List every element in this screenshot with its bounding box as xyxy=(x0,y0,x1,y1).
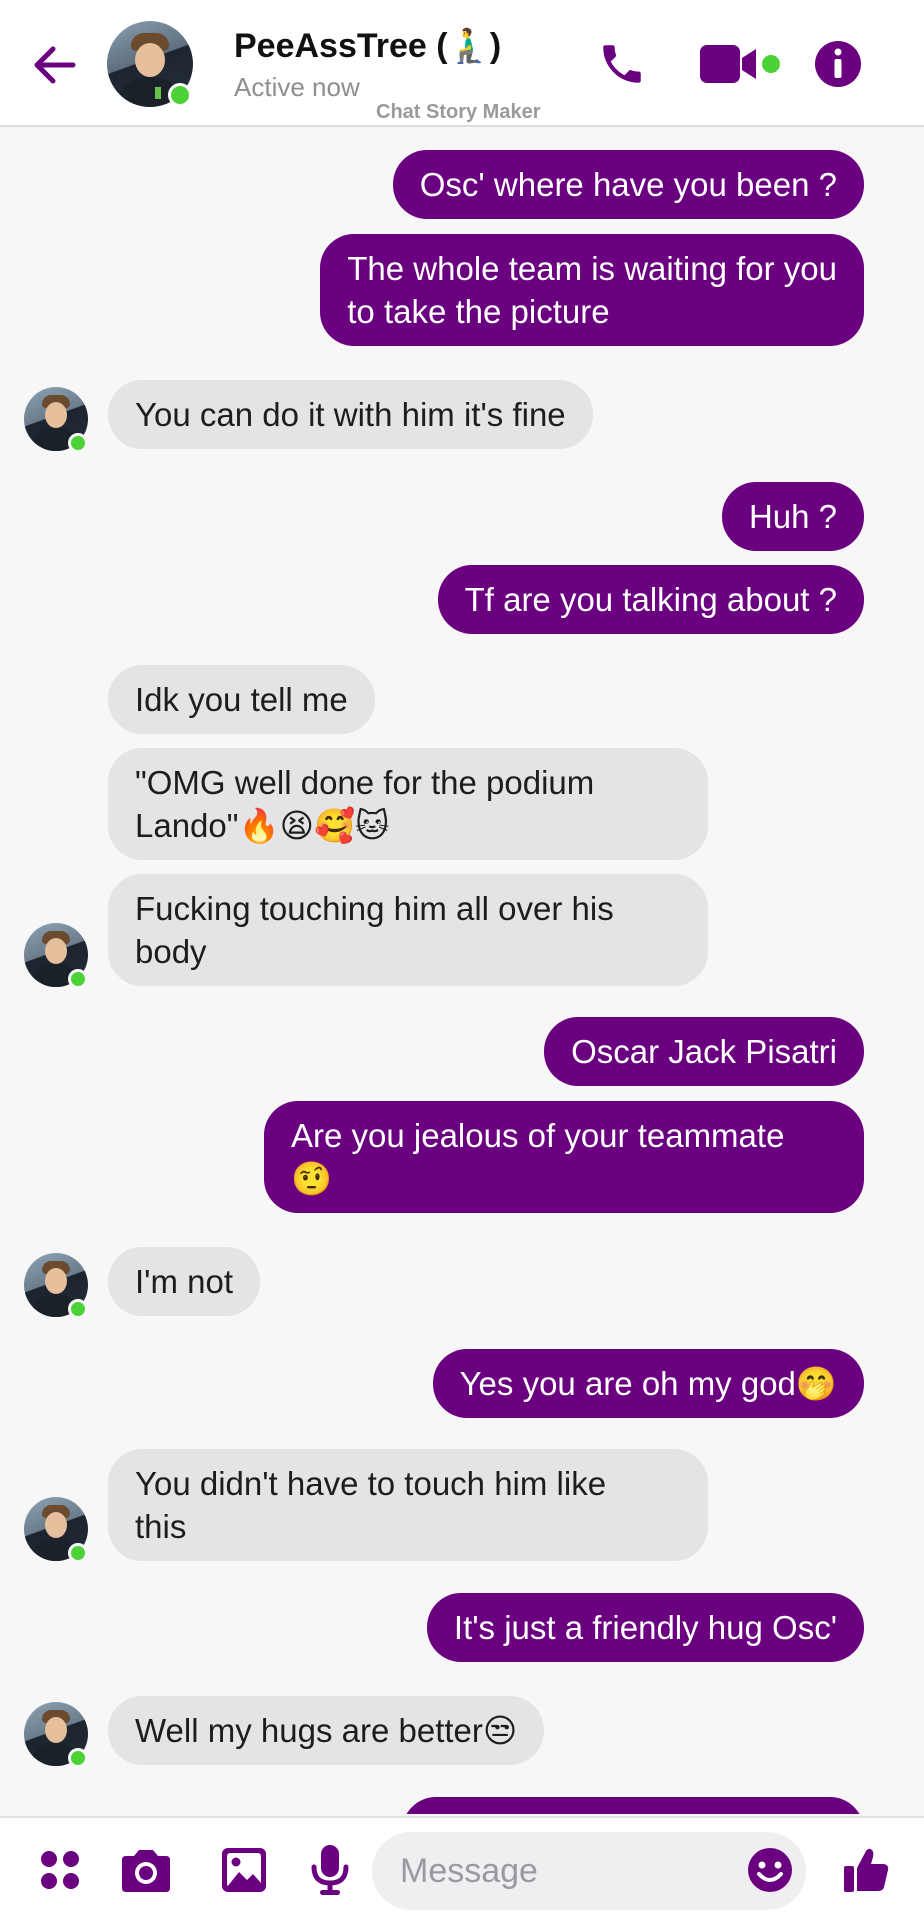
online-indicator xyxy=(68,1299,88,1319)
message-outgoing[interactable]: Tf are you talking about ? xyxy=(437,565,864,634)
chat-header: PeeAssTree (🧎‍♂️) Active now Chat Story … xyxy=(0,0,924,127)
message-outgoing[interactable]: The whole team is waiting for you to tak… xyxy=(320,234,864,346)
message-incoming[interactable]: You didn't have to touch him like this xyxy=(108,1449,708,1561)
message-outgoing[interactable]: Huh ? xyxy=(721,482,864,551)
message-incoming[interactable]: Fucking touching him all over his body xyxy=(108,874,708,986)
microphone-icon[interactable] xyxy=(300,1840,360,1900)
composer-bar xyxy=(0,1816,924,1920)
back-arrow-icon[interactable] xyxy=(30,40,80,90)
thumbs-up-icon[interactable] xyxy=(836,1840,896,1900)
message-outgoing[interactable]: Are you jealous of your teammate 🤨 xyxy=(264,1101,864,1213)
online-indicator xyxy=(68,433,88,453)
message-outgoing[interactable]: Oscar Jack Pisatri xyxy=(544,1017,864,1086)
online-indicator xyxy=(168,83,192,107)
active-status: Active now xyxy=(234,72,360,102)
contact-name[interactable]: PeeAssTree (🧎‍♂️) xyxy=(234,26,501,66)
message-outgoing[interactable]: It's just a friendly hug Osc' xyxy=(426,1593,864,1662)
message-incoming[interactable]: I'm not xyxy=(108,1247,261,1316)
message-incoming[interactable]: Idk you tell me xyxy=(108,665,375,734)
online-indicator xyxy=(68,969,88,989)
video-camera-icon[interactable] xyxy=(698,36,788,92)
phone-icon[interactable] xyxy=(594,36,650,92)
message-outgoing[interactable]: Yes you are oh my god🤭 xyxy=(432,1349,864,1418)
camera-icon[interactable] xyxy=(116,1840,176,1900)
gallery-icon[interactable] xyxy=(214,1840,274,1900)
online-indicator xyxy=(68,1543,88,1563)
message-incoming[interactable]: "OMG well done for the podium Lando"🔥😫🥰🐱 xyxy=(108,748,708,860)
apps-grid-icon[interactable] xyxy=(30,1840,90,1900)
online-indicator xyxy=(68,1748,88,1768)
emoji-icon[interactable] xyxy=(740,1840,800,1900)
message-list[interactable]: Osc' where have you been ? The whole tea… xyxy=(0,129,924,1814)
message-incoming[interactable]: Well my hugs are better😒 xyxy=(108,1696,545,1765)
watermark: Chat Story Maker xyxy=(376,101,541,123)
message-outgoing[interactable]: Osc' where have you been ? xyxy=(392,150,864,219)
message-incoming[interactable]: You can do it with him it's fine xyxy=(108,380,593,449)
message-outgoing[interactable] xyxy=(402,1797,864,1814)
info-icon[interactable] xyxy=(810,36,866,92)
